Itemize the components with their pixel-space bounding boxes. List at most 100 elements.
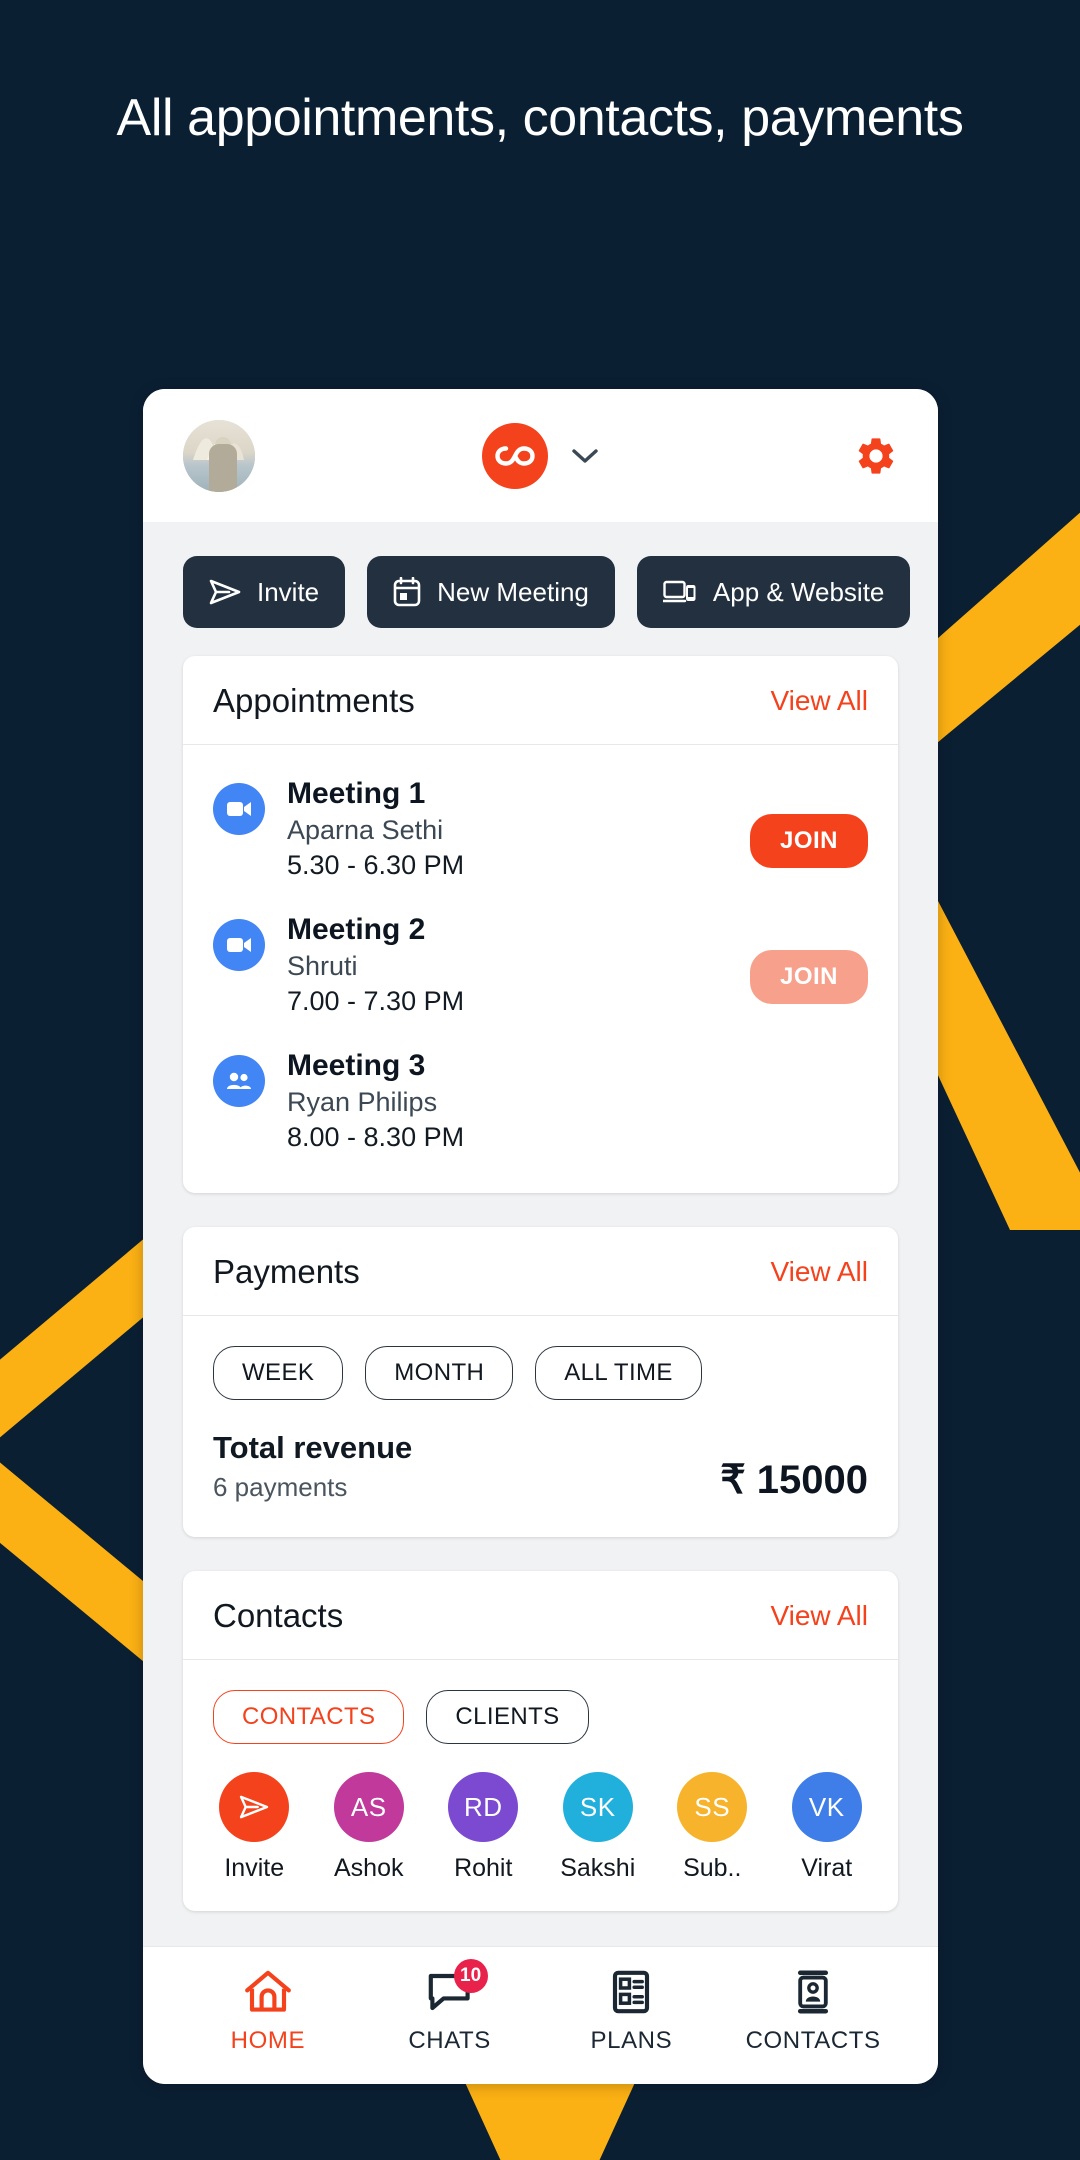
- contact-name: Rohit: [454, 1854, 513, 1882]
- contact-name: Sakshi: [560, 1854, 636, 1882]
- payments-filters: WEEK MONTH ALL TIME: [213, 1346, 868, 1400]
- contact-name: Sub..: [683, 1854, 742, 1882]
- appointments-card: Appointments View All Meeting 1 Aparna S…: [183, 656, 898, 1193]
- video-camera-glyph: [227, 938, 251, 952]
- contacts-body: CONTACTS CLIENTS Invite AS Ashok RD Rohi…: [183, 1660, 898, 1911]
- total-revenue-amount: ₹ 15000: [720, 1458, 868, 1502]
- appointments-header: Appointments View All: [183, 656, 898, 745]
- appointment-time: 7.00 - 7.30 PM: [287, 986, 465, 1016]
- contact-avatar: SS: [677, 1772, 748, 1842]
- payments-card: Payments View All WEEK MONTH ALL TIME To…: [183, 1227, 898, 1537]
- invite-button[interactable]: Invite: [183, 556, 346, 628]
- bottom-navigation: HOME 10 CHATS PLANS CONTACTS: [143, 1946, 938, 2084]
- invite-contact-avatar: [219, 1772, 290, 1842]
- join-button-disabled[interactable]: JOIN: [749, 950, 868, 1004]
- payments-body: WEEK MONTH ALL TIME Total revenue 6 paym…: [183, 1316, 898, 1537]
- appointment-title: Meeting 2: [287, 913, 426, 946]
- nav-item-plans[interactable]: PLANS: [541, 1969, 723, 2055]
- page-title: All appointments, contacts, payments: [116, 89, 964, 147]
- video-camera-icon: [213, 919, 265, 971]
- payments-view-all[interactable]: View All: [770, 1256, 868, 1288]
- nav-label-chats: CHATS: [408, 2026, 491, 2054]
- contact-name: Invite: [224, 1854, 285, 1882]
- contact-avatar: SK: [562, 1772, 633, 1842]
- contacts-title: Contacts: [213, 1597, 344, 1634]
- list-item[interactable]: SS Sub..: [671, 1772, 754, 1883]
- appointment-time: 5.30 - 6.30 PM: [287, 850, 465, 880]
- app-header: [143, 389, 938, 522]
- contacts-avatar-list: Invite AS Ashok RD Rohit SK Sakshi SS Su…: [213, 1772, 868, 1883]
- payments-count: 6 payments: [213, 1472, 348, 1502]
- table-row[interactable]: Meeting 2 Shruti 7.00 - 7.30 PM JOIN: [213, 895, 868, 1031]
- appointment-title: Meeting 1: [287, 777, 426, 810]
- nav-item-chats[interactable]: 10 CHATS: [359, 1958, 541, 2055]
- infinity-icon: [494, 445, 535, 466]
- send-icon: [209, 579, 241, 605]
- payments-summary: Total revenue 6 payments ₹ 15000: [213, 1430, 868, 1503]
- contact-card-icon: [798, 1970, 829, 2013]
- nav-label-contacts: CONTACTS: [745, 2026, 881, 2054]
- avatar-photo-body: [209, 443, 237, 492]
- appointment-title: Meeting 3: [287, 1049, 426, 1082]
- people-group-glyph: [227, 1072, 251, 1089]
- send-icon: [240, 1795, 269, 1819]
- list-item[interactable]: RD Rohit: [442, 1772, 525, 1883]
- appointment-time: 8.00 - 8.30 PM: [287, 1122, 465, 1152]
- app-website-button[interactable]: App & Website: [636, 556, 911, 628]
- avatar[interactable]: [183, 419, 255, 492]
- payments-title: Payments: [213, 1253, 360, 1290]
- contacts-header: Contacts View All: [183, 1571, 898, 1660]
- tab-clients[interactable]: CLIENTS: [426, 1690, 589, 1744]
- app-content: Appointments View All Meeting 1 Aparna S…: [143, 628, 938, 1946]
- gear-icon[interactable]: [854, 434, 898, 478]
- calendar-icon: [393, 577, 421, 607]
- table-row[interactable]: Meeting 3 Ryan Philips 8.00 - 8.30 PM: [213, 1031, 868, 1167]
- nav-item-home[interactable]: HOME: [177, 1969, 359, 2055]
- chats-badge: 10: [453, 1958, 488, 1993]
- appointment-person: Ryan Philips: [287, 1087, 438, 1117]
- appointments-view-all[interactable]: View All: [770, 685, 868, 717]
- video-camera-glyph: [227, 802, 251, 816]
- home-icon: [244, 1970, 291, 2012]
- appointment-person: Shruti: [287, 951, 358, 981]
- contacts-view-all[interactable]: View All: [770, 1600, 868, 1632]
- video-camera-icon: [213, 783, 265, 835]
- join-button[interactable]: JOIN: [749, 814, 868, 868]
- contacts-tabs: CONTACTS CLIENTS: [213, 1690, 868, 1744]
- plans-list-icon: [613, 1970, 650, 2013]
- invite-button-label: Invite: [257, 576, 320, 607]
- total-revenue-label: Total revenue: [213, 1430, 413, 1465]
- tab-contacts[interactable]: CONTACTS: [213, 1690, 405, 1744]
- brand-switcher: [143, 422, 938, 489]
- appointment-person: Aparna Sethi: [287, 815, 444, 845]
- infinity-logo[interactable]: [481, 422, 548, 489]
- contact-name: Ashok: [334, 1854, 404, 1882]
- contact-name: Virat: [801, 1854, 853, 1882]
- new-meeting-button-label: New Meeting: [437, 576, 589, 607]
- filter-all-time[interactable]: ALL TIME: [535, 1346, 702, 1400]
- list-item[interactable]: Invite: [213, 1772, 296, 1883]
- list-item[interactable]: SK Sakshi: [557, 1772, 640, 1883]
- table-row[interactable]: Meeting 1 Aparna Sethi 5.30 - 6.30 PM JO…: [213, 759, 868, 895]
- list-item[interactable]: AS Ashok: [328, 1772, 411, 1883]
- appointment-details: Meeting 3 Ryan Philips 8.00 - 8.30 PM: [287, 1049, 846, 1153]
- payments-header: Payments View All: [183, 1227, 898, 1316]
- appointment-details: Meeting 1 Aparna Sethi 5.30 - 6.30 PM: [287, 777, 728, 881]
- page-root: All appointments, contacts, payments Inv…: [0, 0, 1080, 2160]
- contact-avatar: AS: [333, 1772, 404, 1842]
- people-group-icon: [213, 1055, 265, 1107]
- filter-month[interactable]: MONTH: [365, 1346, 514, 1400]
- nav-label-home: HOME: [230, 2026, 306, 2054]
- app-website-button-label: App & Website: [712, 576, 885, 607]
- phone-mockup: Invite New Meeting App & Website Appoint…: [143, 389, 938, 2084]
- contacts-card: Contacts View All CONTACTS CLIENTS Invit…: [183, 1571, 898, 1911]
- appointments-title: Appointments: [213, 682, 415, 719]
- chevron-down-icon[interactable]: [570, 447, 600, 465]
- new-meeting-button[interactable]: New Meeting: [367, 556, 615, 628]
- appointments-list: Meeting 1 Aparna Sethi 5.30 - 6.30 PM JO…: [183, 745, 898, 1193]
- devices-icon: [662, 580, 696, 603]
- filter-week[interactable]: WEEK: [213, 1346, 344, 1400]
- list-item[interactable]: VK Virat: [786, 1772, 869, 1883]
- nav-item-contacts[interactable]: CONTACTS: [722, 1969, 904, 2055]
- quick-actions: Invite New Meeting App & Website: [143, 522, 938, 628]
